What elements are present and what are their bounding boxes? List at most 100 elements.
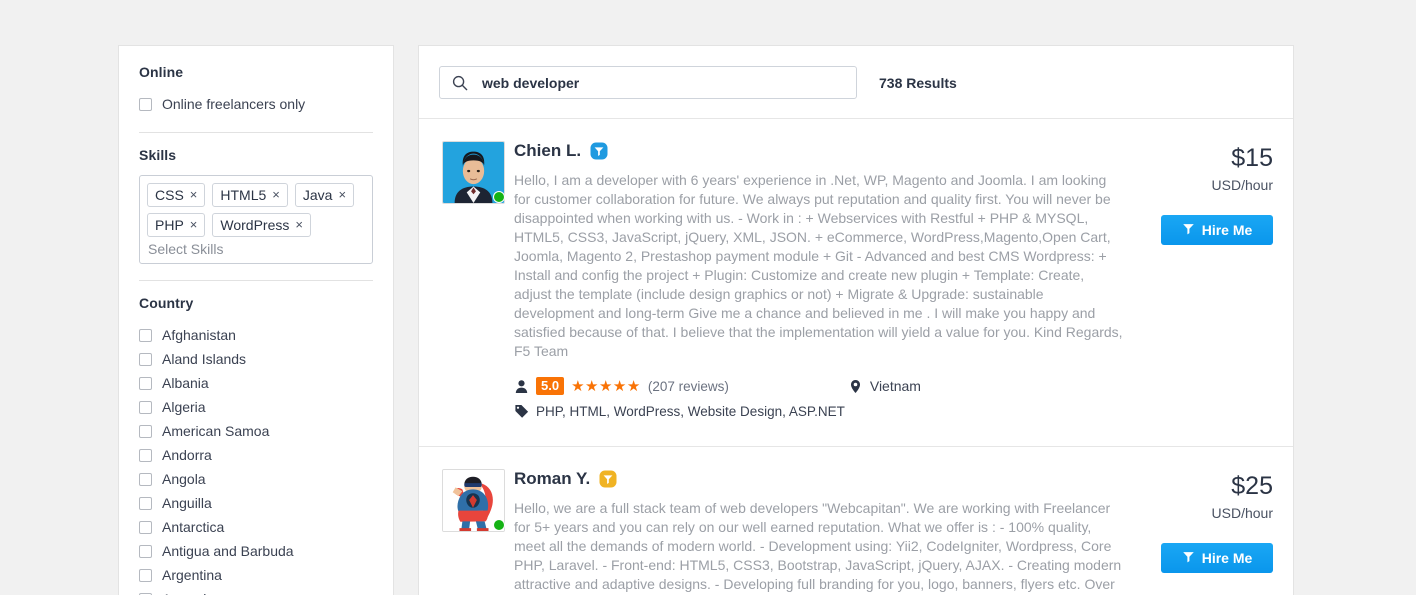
country-checkbox[interactable] [139,568,152,582]
skill-tag-remove-icon[interactable]: × [338,186,346,204]
search-input-wrap[interactable] [439,66,857,99]
hire-me-button[interactable]: Hire Me [1161,215,1273,245]
skill-tag-label: WordPress [220,217,290,233]
freelancer-name[interactable]: Roman Y. [514,469,590,489]
hire-flag-icon [1182,222,1195,238]
online-filter-title: Online [139,64,184,80]
freelancer-name-row: Roman Y. [514,469,1123,489]
skills-filter-title: Skills [139,147,177,163]
freelancer-description: Hello, we are a full stack team of web d… [514,500,1122,592]
location-text: Vietnam [869,378,921,394]
country-checkbox[interactable] [139,376,152,390]
verified-badge-blue [590,142,608,160]
country-label: Albania [162,375,209,391]
skill-tag-remove-icon[interactable]: × [190,186,198,204]
country-row[interactable]: Albania [139,371,373,395]
country-filter-title: Country [139,295,194,311]
skill-tag[interactable]: Java × [294,183,355,207]
country-checkbox-list: Afghanistan Aland Islands Albania Algeria Am… [139,323,373,595]
skills-row: PHP, HTML, WordPress, Website Design, AS… [514,404,1123,419]
skill-tag-remove-icon[interactable]: × [272,186,280,204]
freelancer-description: Hello, I am a developer with 6 years' ex… [514,172,1123,359]
rating-score: 5.0 [536,377,565,395]
online-status-indicator [493,191,505,203]
skills-multiselect[interactable]: CSS × HTML5 × Java × PHP × WordPress × Select Ski… [139,175,373,264]
country-row[interactable]: Anguilla [139,491,373,515]
hire-me-label: Hire Me [1201,222,1253,238]
freelancer-details: Roman Y. Hello, we are a full stack team… [514,469,1137,595]
skill-tag[interactable]: WordPress × [212,213,311,237]
country-label: Antigua and Barbuda [162,543,294,559]
country-label: Argentina [162,567,222,583]
avatar-column [442,469,514,595]
hourly-rate-unit: USD/hour [1211,505,1273,521]
skills-text: PHP, HTML, WordPress, Website Design, AS… [536,404,845,419]
freelancer-name[interactable]: Chien L. [514,141,581,161]
map-pin-icon [848,379,863,394]
review-count: (207 reviews) [647,378,729,394]
hire-me-label: Hire Me [1201,550,1253,566]
country-label: Antarctica [162,519,225,535]
person-icon [514,379,529,394]
country-row[interactable]: Argentina [139,563,373,587]
star-rating-icon: ★★★★★ [571,377,641,395]
country-checkbox[interactable] [139,472,152,486]
country-checkbox[interactable] [139,424,152,438]
country-label: Algeria [162,399,206,415]
country-checkbox[interactable] [139,328,152,342]
online-freelancers-only-checkbox[interactable] [139,97,152,111]
country-row[interactable]: Antarctica [139,515,373,539]
filter-group-online: Online Online freelancers only [139,64,373,116]
hourly-rate: $15 [1231,144,1273,172]
country-row[interactable]: Angola [139,467,373,491]
freelancer-card[interactable]: Chien L. Hello, I am a developer with 6 … [419,119,1293,447]
hire-flag-icon [1182,550,1195,566]
country-label: Anguilla [162,495,212,511]
country-label: Armenia [162,591,214,595]
hourly-rate: $25 [1231,472,1273,500]
skill-tag-remove-icon[interactable]: × [295,216,303,234]
country-row[interactable]: Algeria [139,395,373,419]
freelancer-card[interactable]: Roman Y. Hello, we are a full stack team… [419,447,1293,595]
country-checkbox[interactable] [139,448,152,462]
hourly-rate-unit: USD/hour [1211,177,1273,193]
skill-tag-label: HTML5 [220,187,267,203]
country-label: Aland Islands [162,351,247,367]
country-checkbox[interactable] [139,544,152,558]
results-count: 738 Results [879,74,957,91]
rating-row: 5.0 ★★★★★ (207 reviews) Vietnam [514,377,1123,395]
filters-sidebar: Online Online freelancers only Skills CS… [118,45,394,595]
country-label: Angola [162,471,206,487]
country-label: American Samoa [162,423,270,439]
online-freelancers-only-row[interactable]: Online freelancers only [139,92,373,116]
country-checkbox[interactable] [139,520,152,534]
country-row[interactable]: Armenia [139,587,373,595]
search-input[interactable] [480,73,856,92]
skill-tag-label: CSS [155,187,184,203]
avatar-column [442,141,514,428]
freelancer-name-row: Chien L. [514,141,1123,161]
country-row[interactable]: American Samoa [139,419,373,443]
country-row[interactable]: Afghanistan [139,323,373,347]
results-panel: 738 Results Chien L. Hello, I am a [418,45,1294,595]
country-row[interactable]: Antigua and Barbuda [139,539,373,563]
freelancer-search-page: Online Online freelancers only Skills CS… [0,0,1416,595]
skill-tag[interactable]: CSS × [147,183,206,207]
country-row[interactable]: Aland Islands [139,347,373,371]
online-status-indicator [493,519,505,531]
skills-placeholder[interactable]: Select Skills [147,237,365,259]
filter-group-skills: Skills CSS × HTML5 × Java × PHP × WordPress × Sel… [139,147,373,264]
skill-tag-label: Java [302,187,333,203]
verified-badge-gold [599,470,617,488]
country-checkbox[interactable] [139,496,152,510]
country-checkbox[interactable] [139,400,152,414]
skill-tag-remove-icon[interactable]: × [190,216,198,234]
country-row[interactable]: Andorra [139,443,373,467]
skill-tag[interactable]: HTML5 × [212,183,288,207]
hire-me-button[interactable]: Hire Me [1161,543,1273,573]
online-freelancers-only-label: Online freelancers only [162,96,306,112]
skill-tag[interactable]: PHP × [147,213,206,237]
country-checkbox[interactable] [139,352,152,366]
freelancer-details: Chien L. Hello, I am a developer with 6 … [514,141,1137,428]
search-bar: 738 Results [419,46,1293,119]
